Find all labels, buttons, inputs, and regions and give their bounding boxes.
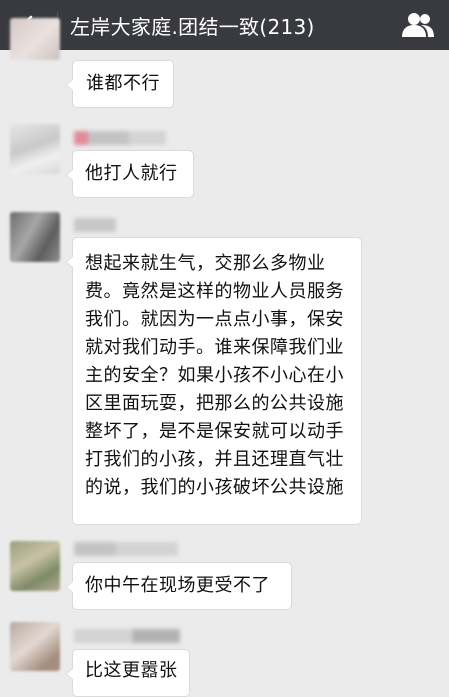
- message-text: 谁都不行: [86, 73, 160, 94]
- message-bubble[interactable]: 想起来就生气，交那么多物业费。竟然是这样的物业人员服务我们。就因为一点点小事，保…: [66, 237, 362, 525]
- message-text: 想起来就生气，交那么多物业费。竟然是这样的物业人员服务我们。就因为一点点小事，保…: [85, 253, 344, 498]
- message-text: 你中午在现场更受不了: [85, 575, 270, 596]
- message-text: 他打人就行: [85, 163, 178, 184]
- chat-header: 左岸大家庭.团结一致(213): [0, 0, 449, 50]
- sender-avatar[interactable]: [10, 212, 60, 262]
- sender-avatar[interactable]: [10, 541, 60, 591]
- sender-avatar[interactable]: [10, 18, 60, 60]
- sender-name: [74, 629, 180, 643]
- group-members-button[interactable]: [401, 11, 435, 39]
- message-bubble[interactable]: 谁都不行: [66, 60, 174, 108]
- sender-name: [74, 131, 166, 145]
- group-members-icon: [402, 13, 434, 37]
- sender-avatar[interactable]: [10, 622, 60, 671]
- message-bubble[interactable]: 你中午在现场更受不了: [66, 562, 292, 610]
- sender-avatar[interactable]: [10, 124, 60, 174]
- sender-name: [74, 542, 178, 556]
- chat-title: 左岸大家庭.团结一致(213): [70, 14, 315, 39]
- sender-name: [74, 218, 116, 232]
- message-bubble[interactable]: 他打人就行: [66, 150, 194, 198]
- message-bubble[interactable]: 比这更嚣张: [66, 649, 190, 697]
